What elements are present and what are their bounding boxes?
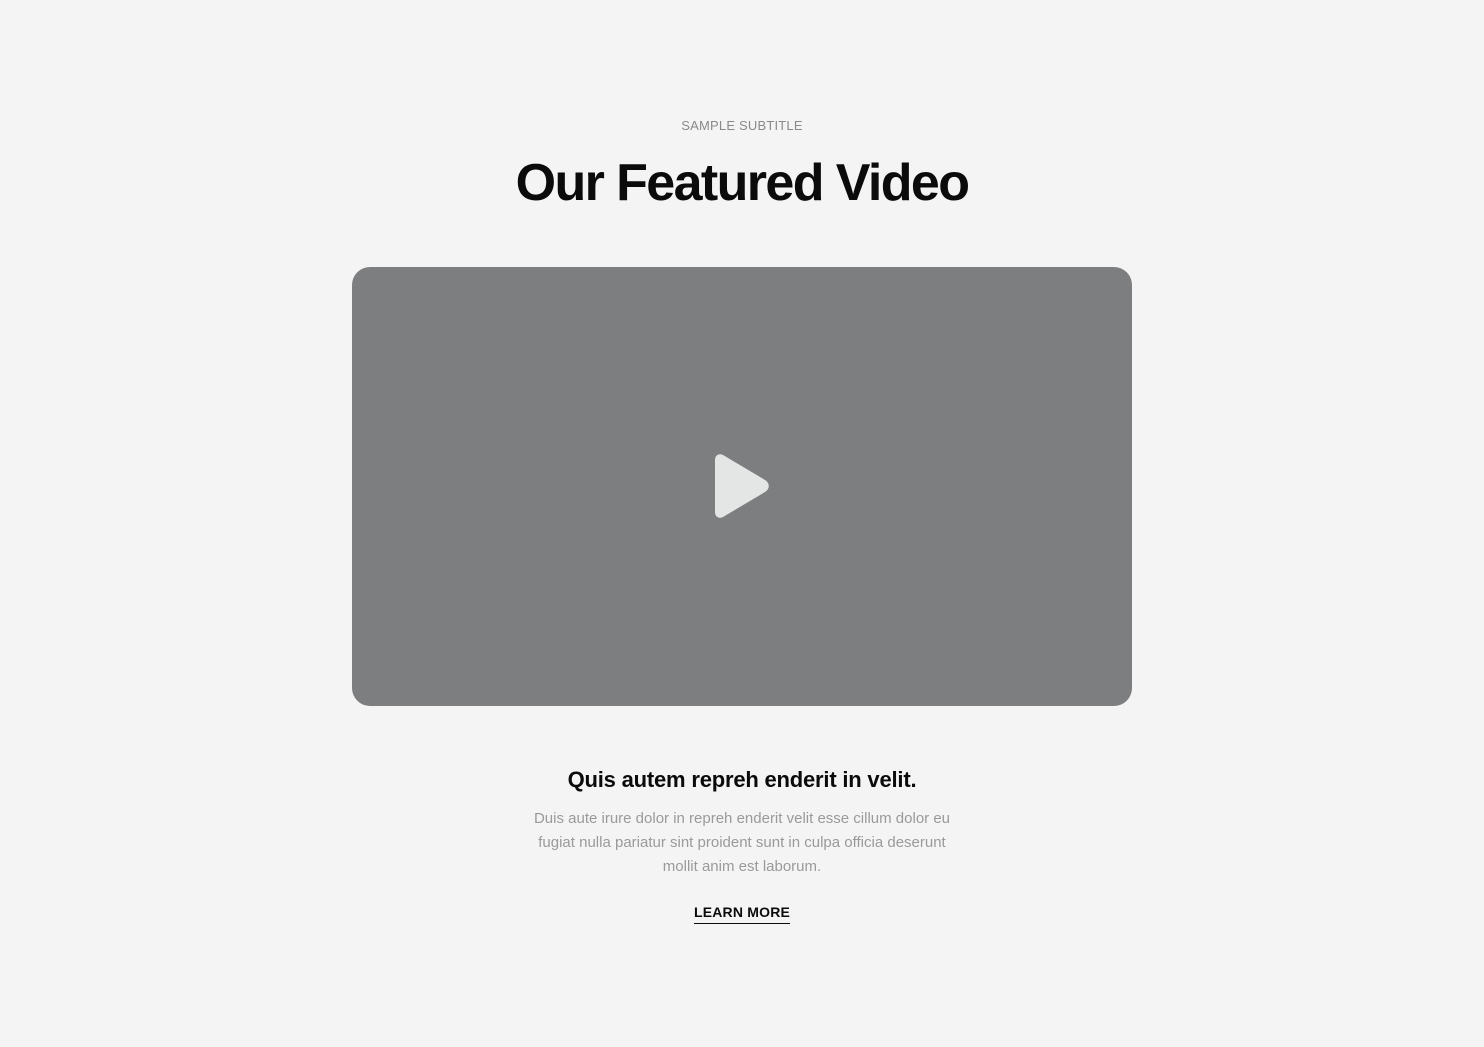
play-icon-svg [715, 454, 769, 518]
section-title: Our Featured Video [515, 154, 970, 212]
learn-more-wrapper: LEARN MORE [0, 904, 1484, 924]
learn-more-link[interactable]: LEARN MORE [693, 904, 791, 924]
play-icon[interactable] [711, 452, 773, 520]
featured-video-section: SAMPLE SUBTITLE Our Featured Video Quis … [0, 0, 1484, 1047]
caption-title: Quis autem repreh enderit in velit. [567, 767, 917, 792]
caption-text: Duis aute irure dolor in repreh enderit … [533, 810, 951, 875]
section-subtitle: SAMPLE SUBTITLE [681, 118, 803, 133]
